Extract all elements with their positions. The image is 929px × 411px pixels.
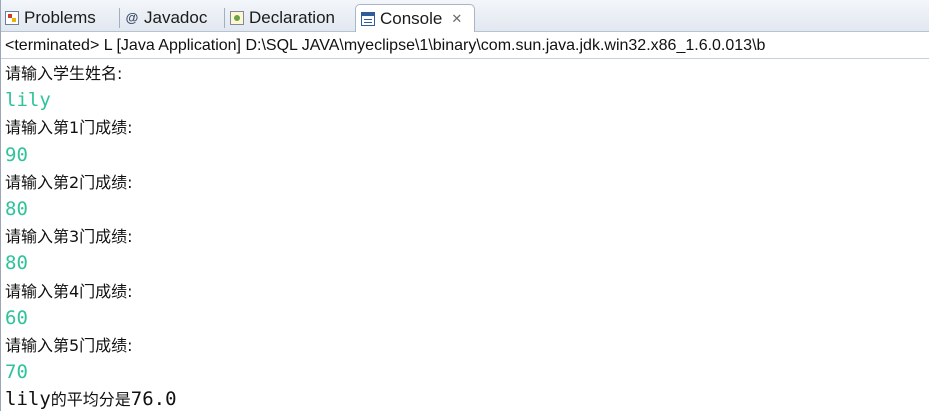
problems-icon xyxy=(5,11,19,25)
console-line: 请输入第4门成绩: xyxy=(5,281,133,301)
console-view: Problems @ Javadoc Declaration Console ✕… xyxy=(0,0,929,411)
console-line: 请输入学生姓名: xyxy=(5,64,123,83)
console-output[interactable]: 请输入学生姓名: lily 请输入第1门成绩: 90 请输入第2门成绩: 80 … xyxy=(1,60,929,411)
student-name: lily xyxy=(5,388,51,411)
tab-console[interactable]: Console ✕ xyxy=(355,4,475,32)
average-value: 76.0 xyxy=(130,388,177,411)
javadoc-icon: @ xyxy=(125,10,139,25)
console-input-line: 80 xyxy=(5,197,28,220)
tab-declaration-label: Declaration xyxy=(249,8,335,27)
tab-declaration[interactable]: Declaration xyxy=(230,5,354,31)
tab-javadoc[interactable]: @ Javadoc xyxy=(125,5,225,31)
console-icon xyxy=(361,11,375,26)
console-input-line: lily xyxy=(5,89,51,112)
view-tab-bar: Problems @ Javadoc Declaration Console ✕ xyxy=(1,0,929,32)
tab-separator xyxy=(224,8,225,28)
average-label: 的平均分是 xyxy=(50,390,131,410)
console-line: 请输入第5门成绩: xyxy=(5,335,133,355)
console-line: 请输入第3门成绩: xyxy=(5,227,133,247)
tab-problems[interactable]: Problems xyxy=(5,5,120,31)
console-line: 请输入第1门成绩: xyxy=(5,118,133,138)
tab-javadoc-label: Javadoc xyxy=(144,8,208,27)
console-process-header: <terminated> L [Java Application] D:\SQL… xyxy=(1,33,929,59)
tab-separator xyxy=(119,8,120,28)
console-input-line: 70 xyxy=(5,361,28,384)
close-icon[interactable]: ✕ xyxy=(451,11,462,27)
average-result-line: lily的平均分是76.0 xyxy=(5,386,929,411)
console-input-line: 90 xyxy=(5,143,28,166)
tab-problems-label: Problems xyxy=(24,8,96,27)
console-input-line: 80 xyxy=(5,252,28,275)
declaration-icon xyxy=(230,11,244,25)
tab-console-label: Console xyxy=(380,8,443,28)
console-line: 请输入第2门成绩: xyxy=(5,172,133,192)
console-input-line: 60 xyxy=(5,306,28,329)
